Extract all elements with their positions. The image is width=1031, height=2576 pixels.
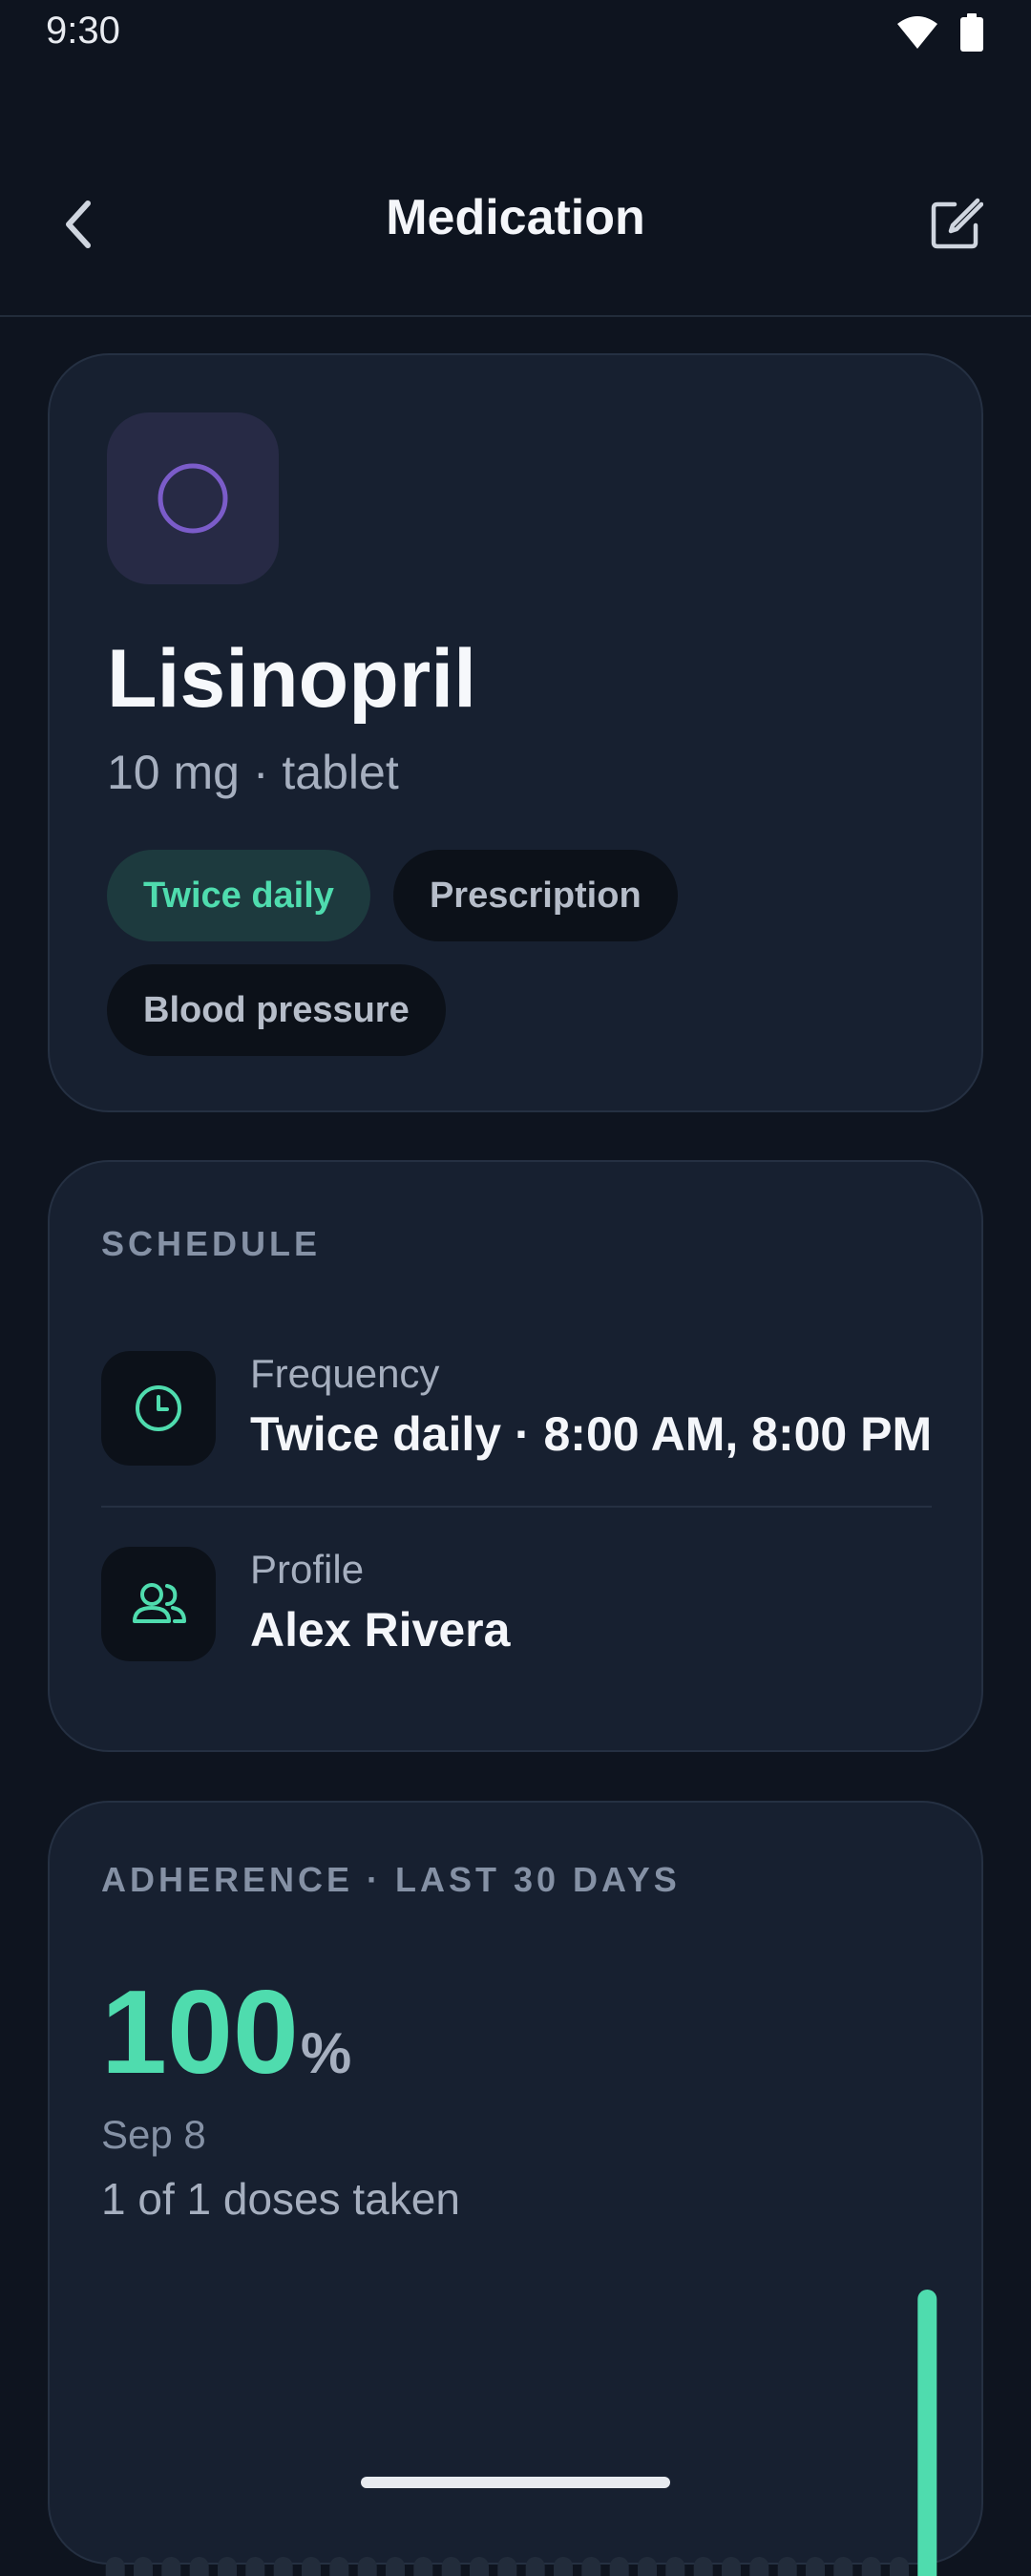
adherence-bar <box>581 2557 601 2576</box>
adherence-bar <box>833 2557 853 2576</box>
status-time: 9:30 <box>46 10 120 52</box>
adherence-bar <box>273 2557 293 2576</box>
frequency-label: Frequency <box>250 1351 440 1396</box>
adherence-bar <box>777 2557 797 2576</box>
adherence-bar <box>134 2557 153 2576</box>
adherence-bar <box>917 2290 937 2576</box>
medication-name: Lisinopril <box>107 633 476 725</box>
adherence-bar <box>245 2557 265 2576</box>
adherence-bar <box>441 2557 461 2576</box>
header: Medication <box>0 153 1031 317</box>
medication-tags: Twice daily Prescription Blood pressure <box>107 850 890 1056</box>
profile-label: Profile <box>250 1547 365 1592</box>
adherence-date: Sep 8 <box>101 2112 206 2157</box>
adherence-bar <box>470 2557 489 2576</box>
adherence-doses: 1 of 1 doses taken <box>101 2174 460 2224</box>
adherence-bar <box>665 2557 685 2576</box>
tag-type: Prescription <box>392 850 678 941</box>
tag-condition: Blood pressure <box>107 964 446 1056</box>
status-icons <box>895 13 983 52</box>
adherence-bar <box>861 2557 881 2576</box>
adherence-bar <box>218 2557 237 2576</box>
adherence-bar <box>302 2557 321 2576</box>
adherence-bar <box>749 2557 769 2576</box>
adherence-bar <box>638 2557 657 2576</box>
home-indicator[interactable] <box>361 2477 670 2488</box>
adherence-card: ADHERENCE · LAST 30 DAYS 100% Sep 8 1 of… <box>48 1801 983 2576</box>
adherence-chart <box>105 2290 937 2576</box>
tag-frequency: Twice daily <box>107 850 370 941</box>
adherence-bar <box>722 2557 741 2576</box>
schedule-card: SCHEDULE Frequency Twice daily · 8:00 AM… <box>48 1160 983 1752</box>
adherence-bar <box>693 2557 713 2576</box>
profile-icon-box <box>101 1547 216 1661</box>
medication-card: Lisinopril 10 mg · tablet Twice daily Pr… <box>48 353 983 1112</box>
medication-icon-box <box>107 412 279 584</box>
edit-icon <box>931 198 983 249</box>
adherence-bar <box>554 2557 573 2576</box>
adherence-bar <box>497 2557 517 2576</box>
wifi-icon <box>897 16 937 49</box>
adherence-percent: 100% <box>101 1965 351 2101</box>
adherence-bar <box>329 2557 349 2576</box>
medication-dose: 10 mg · tablet <box>107 746 399 799</box>
page-title: Medication <box>386 190 645 245</box>
battery-icon <box>960 13 983 52</box>
frequency-icon-box <box>101 1351 216 1466</box>
adherence-bar <box>386 2557 405 2576</box>
schedule-section-label: SCHEDULE <box>101 1224 322 1263</box>
frequency-value: Twice daily · 8:00 AM, 8:00 PM <box>250 1407 933 1461</box>
status-bar: 9:30 <box>0 0 1031 69</box>
adherence-percent-unit: % <box>300 2021 352 2085</box>
adherence-bar <box>413 2557 433 2576</box>
divider <box>101 1506 932 1508</box>
frequency-row: Frequency Twice daily · 8:00 AM, 8:00 PM <box>101 1351 932 1504</box>
users-icon <box>133 1583 186 1623</box>
adherence-bar <box>189 2557 209 2576</box>
adherence-bar <box>525 2557 545 2576</box>
adherence-bar <box>105 2557 125 2576</box>
pill-circle-icon <box>158 463 228 534</box>
adherence-bar <box>357 2557 377 2576</box>
adherence-bar <box>890 2557 909 2576</box>
clock-icon <box>136 1385 181 1431</box>
profile-value: Alex Rivera <box>250 1603 511 1657</box>
adherence-bar <box>806 2557 825 2576</box>
adherence-bar <box>609 2557 629 2576</box>
adherence-bar <box>161 2557 181 2576</box>
adherence-section-label: ADHERENCE · LAST 30 DAYS <box>101 1860 681 1899</box>
profile-row: Profile Alex Rivera <box>101 1547 932 1700</box>
edit-button[interactable] <box>916 187 993 264</box>
adherence-percent-value: 100 <box>101 1967 299 2099</box>
